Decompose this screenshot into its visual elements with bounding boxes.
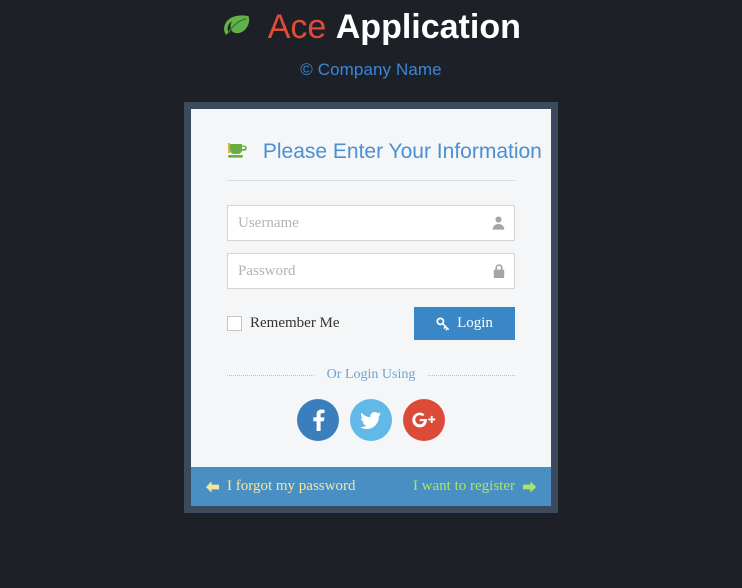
login-button[interactable]: Login (414, 307, 515, 340)
social-login-row (227, 399, 515, 441)
coffee-cup-icon (227, 141, 249, 168)
login-card-body: Please Enter Your Information Username R… (191, 109, 551, 467)
facebook-icon (306, 408, 330, 432)
title-divider (227, 180, 515, 181)
password-field-group (227, 253, 515, 289)
form-actions-row: Remember Me Login (227, 307, 515, 340)
twitter-button[interactable] (350, 399, 392, 441)
twitter-icon (359, 408, 383, 432)
or-login-divider: Or Login Using (227, 367, 516, 383)
brand-name-secondary: Application (335, 8, 521, 46)
username-field-group (227, 205, 515, 241)
arrow-left-icon (205, 480, 220, 494)
login-card-frame: Please Enter Your Information Username R… (184, 102, 558, 513)
card-title-text: Please Enter Your Information (262, 140, 542, 163)
key-icon (436, 316, 450, 331)
login-button-label: Login (457, 315, 493, 331)
username-input[interactable] (227, 205, 515, 241)
card-title: Please Enter Your Information (227, 139, 542, 168)
divider-line-left (227, 374, 314, 376)
brand-name-primary: Ace (267, 8, 327, 46)
remember-me-label: Remember Me (250, 315, 340, 331)
remember-me-checkbox[interactable]: Remember Me (227, 315, 340, 332)
google-plus-button[interactable] (403, 399, 445, 441)
page-header: Ace Application © Company Name (0, 0, 742, 81)
google-plus-icon (411, 409, 437, 431)
company-name: © Company Name (300, 60, 442, 79)
forgot-password-link[interactable]: I forgot my password (205, 478, 355, 495)
forgot-password-label: I forgot my password (227, 478, 356, 494)
leaf-icon (221, 9, 251, 51)
checkbox-box[interactable] (227, 316, 242, 331)
app-brand-title: Ace Application (0, 6, 742, 51)
or-login-text: Or Login Using (326, 367, 416, 382)
password-input[interactable] (227, 253, 515, 289)
facebook-button[interactable] (297, 399, 339, 441)
register-link[interactable]: I want to register (413, 478, 537, 495)
register-label: I want to register (412, 478, 515, 494)
card-footer: I forgot my password I want to register (191, 467, 551, 506)
arrow-right-icon (522, 480, 537, 494)
divider-line-right (428, 374, 516, 376)
login-card: Please Enter Your Information Username R… (184, 102, 558, 513)
